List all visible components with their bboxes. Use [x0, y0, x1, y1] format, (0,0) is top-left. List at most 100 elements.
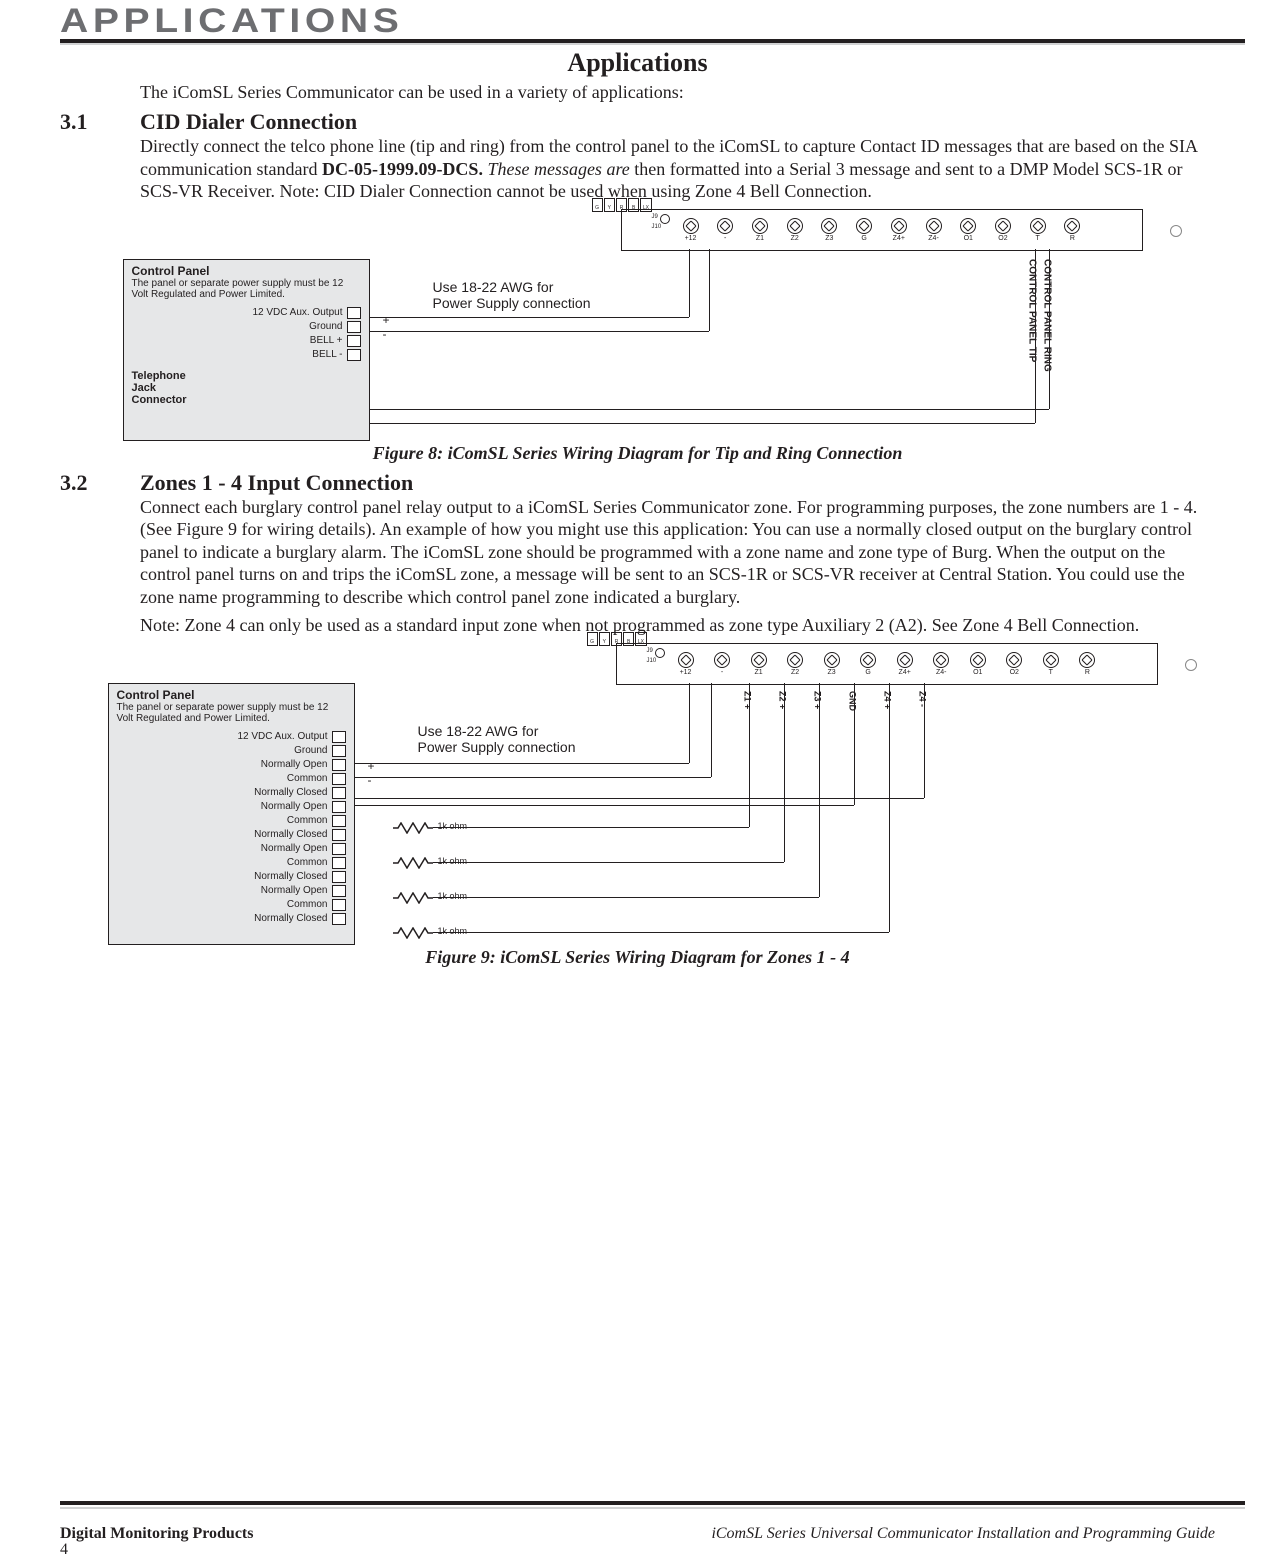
- screw-terminal-icon: [332, 745, 346, 757]
- terminal-label: G: [865, 669, 870, 676]
- footer-rule: [60, 1501, 1245, 1505]
- header-pin: R: [611, 632, 622, 646]
- panel-term-label: Normally Open: [261, 759, 328, 770]
- panel-terminals: 12 VDC Aux. Output Ground Normally Open …: [109, 728, 354, 928]
- screw-terminal-icon: [1006, 652, 1022, 668]
- wire: [924, 683, 925, 798]
- screw-terminal-icon: [332, 899, 346, 911]
- resistor-label: 1k ohm: [438, 856, 468, 866]
- terminal-label: Z4-: [936, 669, 947, 676]
- screw-terminal-icon: [347, 321, 361, 333]
- section-text: Directly connect the telco phone line (t…: [140, 135, 1215, 203]
- panel-note: The panel or separate power supply must …: [109, 702, 354, 728]
- mounting-hole-icon: [1185, 659, 1197, 671]
- screw-terminal-icon: [1064, 218, 1080, 234]
- screw-terminal-icon: [714, 652, 730, 668]
- resistor-label: 1k ohm: [438, 821, 468, 831]
- section-number: 3.2: [60, 470, 140, 637]
- header-pin: Y: [599, 632, 610, 646]
- screw-terminal-icon: [347, 307, 361, 319]
- wire: [433, 862, 784, 863]
- header-pin: Y: [604, 198, 615, 212]
- screw-terminal-icon: [332, 843, 346, 855]
- wire: [354, 763, 689, 764]
- page-footer: Digital Monitoring Products iComSL Serie…: [60, 1525, 1215, 1543]
- screw-terminal-icon: [787, 652, 803, 668]
- panel-term-label: Normally Closed: [254, 829, 327, 840]
- screw-terminal-icon: [332, 829, 346, 841]
- screw-terminal-icon: [787, 218, 803, 234]
- section-title: CID Dialer Connection: [140, 109, 1215, 135]
- awg-note-line: Power Supply connection: [418, 739, 576, 755]
- screw-terminal-icon: [1043, 652, 1059, 668]
- resistor-label: 1k ohm: [438, 926, 468, 936]
- page-content: Applications The iComSL Series Communica…: [60, 48, 1215, 968]
- screw-terminal-icon: [332, 815, 346, 827]
- section-text: Connect each burglary control panel rela…: [140, 496, 1215, 609]
- control-panel-tip-label: CONTROL PANEL TIP: [1027, 259, 1038, 362]
- screw-terminal-icon: [332, 885, 346, 897]
- panel-term-label: Common: [287, 773, 328, 784]
- screw-terminal-icon: [332, 773, 346, 785]
- panel-term-label: Normally Open: [261, 885, 328, 896]
- terminal-label: Z4-: [928, 235, 939, 242]
- polarity-minus: -: [383, 327, 387, 341]
- section-title: Zones 1 - 4 Input Connection: [140, 470, 1215, 496]
- polarity-minus: -: [368, 773, 372, 787]
- screw-terminal-icon: [678, 652, 694, 668]
- terminal-label: Z1: [756, 235, 764, 242]
- control-panel-box: Control Panel The panel or separate powe…: [108, 683, 355, 945]
- figure-8-diagram: Control Panel The panel or separate powe…: [123, 209, 1153, 439]
- header-pin: LX: [640, 198, 651, 212]
- terminal-label: Z4+: [899, 669, 911, 676]
- control-panel-box: Control Panel The panel or separate powe…: [123, 259, 370, 441]
- page-intro: The iComSL Series Communicator can be us…: [140, 82, 1215, 103]
- panel-term-label: Normally Open: [261, 801, 328, 812]
- reset-header: G Y R B LX: [587, 632, 647, 646]
- mounting-hole-icon: [1170, 225, 1182, 237]
- screw-terminal-icon: [332, 787, 346, 799]
- wire: [1049, 249, 1050, 409]
- wire: [369, 409, 1049, 410]
- screw-terminal-icon: [1079, 652, 1095, 668]
- terminal-label: O2: [1010, 669, 1019, 676]
- panel-term-label: Common: [287, 857, 328, 868]
- figure-8-caption: Figure 8: iComSL Series Wiring Diagram f…: [60, 443, 1215, 464]
- zone-label: Z3 +: [813, 691, 823, 709]
- wire: [433, 932, 889, 933]
- header-rule-shadow: [60, 43, 1245, 45]
- terminal-label: Z2: [791, 235, 799, 242]
- section-number: 3.1: [60, 109, 140, 203]
- wire: [354, 798, 924, 799]
- resistor-icon: [393, 891, 433, 903]
- panel-term-label: BELL -: [312, 349, 342, 360]
- board-terminals: +12 - Z1 Z2 Z3 G Z4+ Z4- O1 O2 T R: [682, 218, 1082, 242]
- section-3-2: 3.2 Zones 1 - 4 Input Connection Connect…: [60, 470, 1215, 637]
- jumper-label: J9: [652, 214, 658, 220]
- screw-terminal-icon: [824, 652, 840, 668]
- figure-9-diagram: Control Panel The panel or separate powe…: [108, 643, 1168, 943]
- awg-note-line: Use 18-22 AWG for: [418, 723, 576, 739]
- panel-term-label: Common: [287, 815, 328, 826]
- jumper-label: J10: [647, 658, 657, 664]
- panel-term-label: Normally Closed: [254, 871, 327, 882]
- section-text: Note: Zone 4 can only be used as a stand…: [140, 614, 1215, 637]
- header-pin: LX: [635, 632, 646, 646]
- zone-label: Z2 +: [778, 691, 788, 709]
- wire: [1035, 249, 1036, 423]
- polarity-plus: +: [383, 313, 390, 327]
- screw-terminal-icon: [995, 218, 1011, 234]
- telephone-jack-label: Telephone Jack Connector: [124, 364, 369, 412]
- terminal-label: T: [1049, 669, 1053, 676]
- screw-terminal-icon: [347, 349, 361, 361]
- screw-terminal-icon: [332, 857, 346, 869]
- terminal-label: R: [1085, 669, 1090, 676]
- terminal-label: O2: [998, 235, 1007, 242]
- wire: [711, 683, 712, 777]
- wire: [369, 331, 709, 332]
- panel-term-label: BELL +: [310, 335, 343, 346]
- awg-note: Use 18-22 AWG for Power Supply connectio…: [418, 723, 576, 755]
- terminal-label: -: [721, 669, 723, 676]
- screw-terminal-icon: [332, 759, 346, 771]
- terminal-label: O1: [973, 669, 982, 676]
